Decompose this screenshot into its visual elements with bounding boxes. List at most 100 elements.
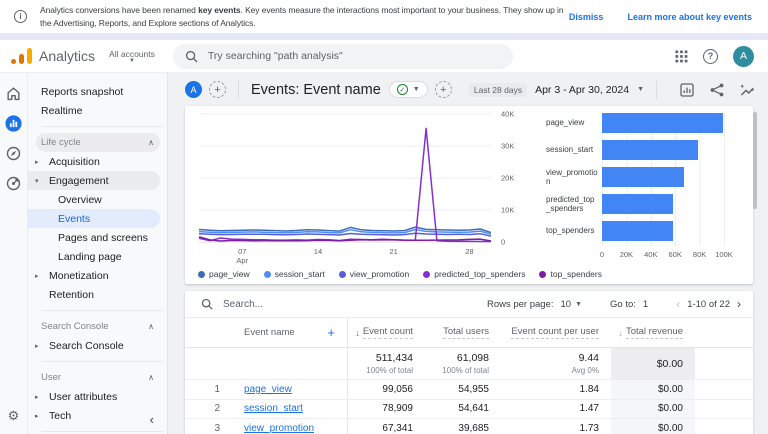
add-comparison-icon[interactable]: +	[209, 81, 226, 98]
total-users-cell: 39,685	[425, 419, 501, 434]
global-search-input[interactable]: Try searching "path analysis"	[173, 44, 513, 69]
legend-item-session-start[interactable]: session_start	[264, 269, 325, 279]
account-switcher[interactable]: All accounts ▼	[109, 49, 155, 64]
bar-category-label: view_promotion	[546, 168, 602, 186]
sidebar-item-search-console[interactable]: Search Console ∧	[28, 317, 167, 336]
svg-text:14: 14	[314, 247, 322, 256]
svg-text:21: 21	[389, 247, 397, 256]
bar-session-start[interactable]	[602, 140, 698, 160]
chevron-up-icon[interactable]: ∧	[148, 373, 154, 382]
share-icon[interactable]	[709, 82, 725, 98]
svg-text:Apr: Apr	[236, 256, 248, 265]
column-header-event-count-per-user[interactable]: Event count per user	[501, 318, 611, 347]
sidebar-item-overview[interactable]: Overview	[28, 190, 167, 209]
sidebar-item-search-console[interactable]: ▸Search Console	[28, 336, 167, 355]
table-search-input[interactable]: Search...	[223, 299, 263, 310]
table-search-row: Search... Rows per page: 10▼ Go to: 1 ‹ …	[185, 291, 753, 318]
sidebar-item-reports-snapshot[interactable]: Reports snapshot	[28, 82, 167, 101]
column-header-event-name[interactable]: Event name+	[229, 318, 347, 347]
avatar[interactable]: A	[733, 46, 754, 67]
events-bar-chart[interactable]: page_viewsession_startview_promotionpred…	[546, 113, 742, 273]
sidebar-item-pages-and-screens[interactable]: Pages and screens	[28, 228, 167, 247]
dismiss-button[interactable]: Dismiss	[569, 12, 604, 22]
revenue-cell: $0.00	[611, 419, 695, 434]
bar-predicted-top-spenders[interactable]	[602, 194, 673, 214]
column-header-event-count[interactable]: ↓Event count	[347, 318, 425, 347]
totals-value: 9.44	[579, 352, 599, 364]
chevron-right-icon[interactable]: ▸	[35, 158, 39, 166]
explore-icon[interactable]	[5, 145, 22, 162]
sidebar-item-events[interactable]: Events	[28, 209, 160, 228]
account-switcher-label: All accounts	[109, 49, 155, 59]
column-header-total-users[interactable]: Total users	[425, 318, 501, 347]
advertising-icon[interactable]	[5, 175, 22, 192]
sidebar-item-tech[interactable]: ▸Tech	[28, 406, 167, 425]
admin-gear-icon[interactable]: ⚙	[8, 408, 20, 424]
line-series-predicted-top-spenders	[199, 128, 491, 241]
comparison-badge[interactable]: A	[185, 81, 202, 98]
sidebar-item-label: Search Console	[41, 321, 109, 332]
chevron-right-icon[interactable]: ▸	[35, 342, 39, 350]
product-name: Analytics	[39, 48, 95, 64]
home-icon[interactable]	[5, 85, 22, 102]
column-header-total-revenue[interactable]: ↓Total revenue	[611, 318, 695, 347]
sidebar-item-user-attributes[interactable]: ▸User attributes	[28, 387, 167, 406]
events-line-chart[interactable]: 010K20K30K40K07Apr142128	[193, 106, 541, 266]
sidebar-item-user[interactable]: User∧	[28, 368, 167, 387]
scrollbar[interactable]	[753, 112, 757, 209]
pagination-range: 1-10 of 22	[687, 299, 730, 310]
totals-spacer	[185, 348, 229, 379]
analytics-logo-icon[interactable]	[10, 48, 34, 65]
bar-category-label: top_spenders	[546, 226, 602, 235]
chevron-down-icon[interactable]: ▼	[637, 86, 644, 93]
help-icon[interactable]: ?	[703, 49, 718, 64]
chevron-up-icon[interactable]: ∧	[148, 322, 154, 331]
chevron-right-icon[interactable]: ▸	[35, 393, 39, 401]
date-range-value[interactable]: Apr 3 - Apr 30, 2024	[535, 84, 629, 96]
svg-text:0: 0	[501, 238, 505, 247]
row-filler	[695, 419, 753, 434]
bar-top-spenders[interactable]	[602, 221, 673, 241]
learn-more-link[interactable]: Learn more about key events	[627, 12, 752, 22]
report-status-dropdown[interactable]: ✓ ▼	[389, 81, 428, 98]
date-range-preset[interactable]: Last 28 days	[469, 83, 527, 97]
next-page-icon[interactable]: ›	[737, 298, 741, 310]
rows-per-page-select[interactable]: 10▼	[561, 299, 583, 310]
sidebar-item-acquisition[interactable]: ▸Acquisition	[28, 152, 167, 171]
reports-nav: Reports snapshotRealtime Life cycle∧▸Acqu…	[28, 73, 168, 434]
previous-page-icon[interactable]: ‹	[676, 298, 680, 310]
insights-icon[interactable]	[739, 82, 755, 98]
event-name-link[interactable]: page_view	[244, 384, 292, 395]
chevron-down-icon[interactable]: ▾	[35, 177, 39, 185]
chevron-right-icon[interactable]: ▸	[35, 272, 39, 280]
sidebar-item-retention[interactable]: Retention	[28, 285, 167, 304]
bar-view-promotion[interactable]	[602, 167, 684, 187]
add-dimension-icon[interactable]: +	[327, 325, 335, 340]
sidebar-item-monetization[interactable]: ▸Monetization	[28, 266, 167, 285]
legend-item-predicted-top-spenders[interactable]: predicted_top_spenders	[423, 269, 525, 279]
sidebar-item-life-cycle[interactable]: Life cycle∧	[36, 133, 160, 152]
sidebar-item-realtime[interactable]: Realtime	[28, 101, 167, 120]
event-name-link[interactable]: view_promotion	[244, 423, 314, 434]
customize-report-icon[interactable]	[679, 82, 695, 98]
legend-dot-icon	[423, 271, 430, 278]
sidebar-item-landing-page[interactable]: Landing page	[28, 247, 167, 266]
chevron-right-icon[interactable]: ▸	[35, 412, 39, 420]
legend-item-page-view[interactable]: page_view	[198, 269, 250, 279]
event-name-link[interactable]: session_start	[244, 403, 303, 414]
go-to-page-input[interactable]: 1	[643, 299, 648, 310]
sidebar-item-engagement[interactable]: ▾Engagement	[28, 171, 160, 190]
bar-row-predicted-top-spenders: predicted_top_spenders	[546, 194, 742, 214]
chevron-up-icon[interactable]: ∧	[148, 138, 154, 147]
collapse-nav-icon[interactable]: ‹	[150, 412, 154, 427]
legend-item-view-promotion[interactable]: view_promotion	[339, 269, 410, 279]
bar-x-tick: 20K	[620, 250, 633, 259]
per-user-cell: 1.84	[501, 380, 611, 399]
apps-grid-icon[interactable]	[675, 50, 688, 63]
table-row-page-view: 1page_view99,05654,9551.84$0.00	[185, 379, 753, 399]
table-header-filler	[695, 318, 753, 347]
bar-page-view[interactable]	[602, 113, 723, 133]
add-metric-icon[interactable]: +	[435, 81, 452, 98]
icon-rail: ⚙	[0, 73, 28, 434]
reports-icon[interactable]	[5, 115, 22, 132]
